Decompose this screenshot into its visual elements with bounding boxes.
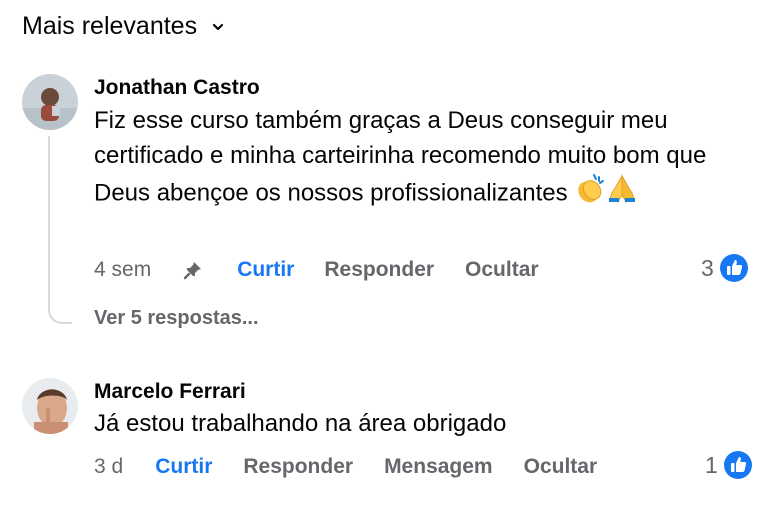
like-count[interactable]: 1: [705, 451, 752, 479]
thread-line: [48, 136, 50, 308]
sort-label: Mais relevantes: [22, 12, 198, 40]
message-button[interactable]: Mensagem: [384, 455, 493, 479]
thumbs-up-icon: [719, 254, 748, 282]
like-count[interactable]: 3: [701, 254, 748, 282]
avatar[interactable]: [22, 378, 78, 434]
sort-dropdown[interactable]: Mais relevantes: [22, 12, 225, 41]
hide-button[interactable]: Ocultar: [465, 258, 539, 282]
reply-button[interactable]: Responder: [324, 258, 434, 282]
comment-actions: 3 d Curtir Responder Mensagem Ocultar: [94, 455, 597, 479]
comment-text: Fiz esse curso também graças a Deus cons…: [94, 103, 754, 215]
comment-text: Já estou trabalhando na área obrigado: [94, 406, 754, 441]
reply-button[interactable]: Responder: [243, 455, 353, 479]
clapping-hands-icon: [574, 173, 606, 215]
comment-time[interactable]: 4 sem: [94, 258, 151, 282]
like-count-value: 1: [705, 451, 718, 478]
chevron-down-icon: [212, 23, 224, 30]
comment-actions: 4 sem Curtir Responder Ocultar: [94, 258, 539, 282]
folded-hands-icon: [606, 173, 638, 215]
pin-icon: [183, 262, 202, 280]
like-button[interactable]: Curtir: [237, 258, 294, 282]
hide-button[interactable]: Ocultar: [524, 455, 598, 479]
thread-connector: [48, 300, 72, 324]
avatar[interactable]: [22, 74, 78, 130]
thumbs-up-icon: [723, 451, 752, 479]
like-button[interactable]: Curtir: [155, 455, 212, 479]
comment-author[interactable]: Jonathan Castro: [94, 76, 260, 100]
comment-time[interactable]: 3 d: [94, 455, 123, 479]
view-replies-link[interactable]: Ver 5 respostas...: [94, 307, 259, 330]
comment-text-content: Já estou trabalhando na área obrigado: [94, 410, 507, 437]
like-count-value: 3: [701, 254, 714, 281]
comment-author[interactable]: Marcelo Ferrari: [94, 380, 246, 404]
